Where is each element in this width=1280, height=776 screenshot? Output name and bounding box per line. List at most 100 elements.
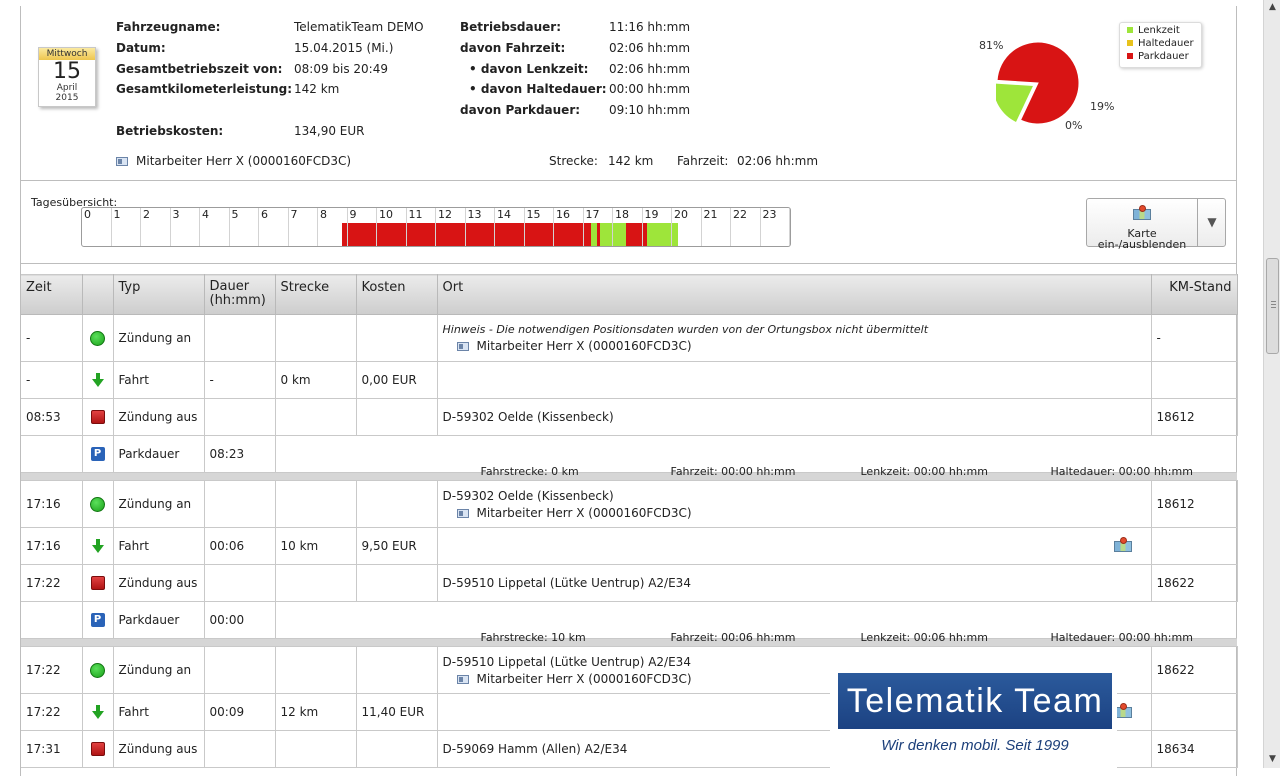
park-stat-steer: Lenkzeit: 00:06 hh:mm — [860, 631, 988, 644]
timeline-hour-label: 14 — [497, 208, 511, 221]
vehicle-summary: Mittwoch 15 April 2015 Fahrzeugname: Tel… — [21, 6, 1237, 181]
summary-distance: 142 km — [608, 154, 654, 168]
legend-swatch-lenkzeit — [1127, 27, 1133, 33]
timeline-hour: 0 — [82, 208, 112, 246]
cell-employee-name: Mitarbeiter Herr X (0000160FCD3C) — [476, 505, 692, 520]
day-timeline[interactable]: 0 1 2 3 4 5 6 7 8 9 10 11 12 13 14 15 16 17 18 19 20 21 22 23 — [81, 207, 791, 247]
logo-name: Telematik Team — [846, 682, 1104, 720]
cell-icon — [82, 527, 114, 565]
legend-label-lenkzeit: Lenkzeit — [1138, 25, 1180, 36]
employee-card-icon — [456, 508, 469, 518]
scroll-down-arrow-icon[interactable]: ▼ — [1267, 754, 1278, 765]
show-on-map-icon[interactable] — [1113, 537, 1132, 552]
summary-distance-label: Strecke: — [549, 154, 598, 168]
map-icon — [1133, 205, 1151, 220]
cell-type: Zündung an — [113, 480, 205, 528]
timeline-hour-label: 18 — [615, 208, 629, 221]
timeline-hour-label: 0 — [84, 208, 91, 221]
timeline-hour: 16 — [554, 208, 584, 246]
park-stat-steer: Lenkzeit: 00:00 hh:mm — [860, 465, 988, 478]
table-row: P Parkdauer 00:00 Fahrstrecke: 10 km Fahrzei… — [21, 601, 1237, 644]
scroll-up-arrow-icon[interactable]: ▲ — [1267, 2, 1278, 13]
vertical-scrollbar[interactable]: ▲ ▼ — [1263, 0, 1280, 768]
cell-type: Zündung aus — [113, 398, 205, 436]
map-toggle-button[interactable]: Karte ein-/ausblenden ▼ — [1086, 198, 1226, 250]
value-date: 15.04.2015 (Mi.) — [294, 41, 394, 55]
ignition-on-icon — [90, 496, 105, 512]
cell-type: Fahrt — [113, 527, 205, 565]
employee-card-icon — [456, 342, 469, 351]
cell-park-stats: Fahrstrecke: 0 km Fahrzeit: 00:00 hh:mm Le… — [275, 435, 1237, 478]
cell-note: Hinweis - Die notwendigen Positionsdaten… — [442, 323, 929, 336]
parking-icon: P — [90, 447, 105, 461]
cell-icon: P — [82, 601, 114, 639]
cell-cost — [356, 480, 438, 528]
cell-icon — [82, 564, 114, 602]
cell-km: 18612 — [1151, 480, 1238, 528]
cell-type: Fahrt — [113, 693, 205, 731]
timeline-hour: 6 — [259, 208, 289, 246]
timeline-hour-label: 22 — [733, 208, 747, 221]
timeline-hour: 14 — [495, 208, 525, 246]
cell-time: - — [21, 314, 83, 362]
cell-employee: Mitarbeiter Herr X (0000160FCD3C) — [443, 506, 1146, 520]
cell-distance — [275, 480, 357, 528]
park-stat-drive: Fahrzeit: 00:06 hh:mm — [670, 631, 796, 644]
calendar-icon: Mittwoch 15 April 2015 — [38, 47, 96, 107]
cell-time — [21, 435, 83, 473]
report-page: Mittwoch 15 April 2015 Fahrzeugname: Tel… — [20, 6, 1238, 776]
employee-summary: Mitarbeiter Herr X (0000160FCD3C) — [116, 154, 351, 168]
park-stat-stop: Haltedauer: 00:00 hh:mm — [1050, 631, 1193, 644]
value-operating-costs: 134,90 EUR — [294, 124, 365, 138]
value-driving-time: 02:06 hh:mm — [609, 41, 691, 55]
timeline-hour-label: 21 — [703, 208, 718, 221]
map-toggle-dropdown[interactable]: ▼ — [1199, 199, 1225, 246]
cell-place: D-59510 Lippetal (Lütke Uentrup) A2/E34 — [437, 564, 1152, 602]
drive-arrow-icon — [91, 539, 104, 553]
scrollbar-thumb[interactable] — [1266, 258, 1279, 354]
col-header-km[interactable]: KM-Stand — [1151, 274, 1238, 315]
col-header-type[interactable]: Typ — [113, 274, 205, 315]
col-header-time[interactable]: Zeit — [21, 274, 83, 315]
cell-time: 17:16 — [21, 527, 83, 565]
map-toggle-main[interactable]: Karte ein-/ausblenden — [1087, 199, 1198, 250]
table-row: 17:16 Zündung an D-59302 Oelde (Kissenbeck… — [21, 480, 1238, 528]
drive-arrow-icon — [91, 705, 104, 719]
label-vehicle-name: Fahrzeugname: — [116, 20, 221, 34]
legend-swatch-parkdauer — [1127, 53, 1133, 59]
cell-km — [1151, 527, 1238, 565]
cell-icon — [82, 730, 114, 768]
timeline-hour: 11 — [407, 208, 436, 246]
timeline-hour: 17 — [584, 208, 613, 246]
label-total-km: Gesamtkilometerleistung: — [116, 82, 293, 96]
cell-cost: 11,40 EUR — [356, 693, 438, 731]
cell-icon — [82, 398, 114, 436]
summary-drive-label: Fahrzeit: — [677, 154, 729, 168]
timeline-hour-label: 10 — [379, 208, 393, 221]
cell-cost — [356, 646, 438, 694]
cell-icon — [82, 314, 114, 362]
timeline-hour-label: 23 — [762, 208, 777, 221]
ignition-off-icon — [90, 742, 105, 756]
day-overview: Tagesübersicht: 0 1 2 3 4 5 6 7 8 9 10 11 12 13 14 15 16… — [21, 181, 1237, 264]
cell-km: 18622 — [1151, 564, 1238, 602]
table-row: 17:16 Fahrt 00:06 10 km 9,50 EUR — [21, 527, 1238, 565]
cell-duration: 08:23 — [204, 435, 276, 473]
cell-distance — [275, 398, 357, 436]
col-header-distance[interactable]: Strecke — [275, 274, 357, 315]
label-operating-duration: Betriebsdauer: — [460, 20, 562, 34]
cell-icon — [82, 693, 114, 731]
col-header-cost[interactable]: Kosten — [356, 274, 438, 315]
table-row: P Parkdauer 08:23 Fahrstrecke: 0 km Fahrzeit… — [21, 435, 1237, 478]
col-header-place[interactable]: Ort — [437, 274, 1152, 315]
timeline-hour: 1 — [112, 208, 141, 246]
pie-label-lenkzeit: 19% — [1090, 100, 1115, 113]
label-total-operating-time: Gesamtbetriebszeit von: — [116, 62, 283, 76]
timeline-hour-label: 9 — [349, 208, 357, 221]
cell-place-text: D-59302 Oelde (Kissenbeck) — [442, 488, 614, 503]
cell-duration — [204, 480, 276, 528]
logo-banner: Telematik Team — [838, 673, 1112, 729]
cell-time: - — [21, 361, 83, 399]
timeline-hour: 15 — [525, 208, 554, 246]
col-header-duration[interactable]: Dauer (hh:mm) — [204, 274, 276, 315]
